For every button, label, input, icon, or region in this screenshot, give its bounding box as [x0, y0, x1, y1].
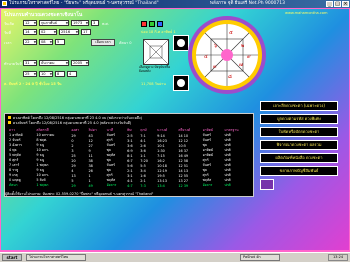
era-label: พ.ศ. — [102, 22, 109, 26]
hour-select[interactable]: 22 — [23, 39, 37, 45]
year-select[interactable]: 1973 — [71, 20, 89, 26]
date-year-select[interactable]: 2516 — [59, 29, 79, 35]
age-summary: ส. จันทร์ 2 - 24 0 ปี ชั่วโมง 15 วัน — [4, 82, 62, 86]
table-cell: อังคาร — [202, 183, 213, 187]
menu-custom-chart[interactable]: ผูกดวงตามรหัส ดวงพิเศษ — [260, 114, 338, 124]
color-swatch-green[interactable] — [149, 21, 155, 27]
table-cell: อังคาร — [106, 183, 117, 187]
taskbar-pashot[interactable]: PaShot 4h — [240, 254, 280, 261]
svg-text:๒: ๒ — [241, 43, 244, 49]
taskbar: start โปรแกรมโหราศาสตร์ไทย PaShot 4h 13:… — [0, 252, 350, 262]
minute-select[interactable]: 08 — [39, 39, 53, 45]
predict-extra-field[interactable]: 4 — [67, 71, 77, 77]
predict-zone-field[interactable]: 8 — [55, 71, 65, 77]
window-title: โปรแกรมโหราศาสตร์ไทย - "ปี่ยพระ" พรีอุดม… — [9, 1, 159, 6]
moon-icon — [177, 39, 185, 47]
svg-text:๖: ๖ — [214, 43, 217, 49]
svg-text:๔: ๔ — [204, 54, 208, 60]
table-row[interactable]: ลัคนา 1 พฤษภ 29 49 อังคาร 4:7 7:3 13:4 12 39 อังค… — [8, 183, 252, 188]
predict-day-select[interactable]: 31 — [23, 60, 37, 66]
app-icon — [2, 1, 7, 6]
menu-deep-reading[interactable]: เจาะลึกดวงชะตา (เฉพาะดวง) — [260, 101, 338, 111]
app-content: โปรแกรมคำนวณดวงชะตาเชิงนาโน www.mahamont… — [1, 9, 349, 250]
taskbar-clock: 13:24 — [328, 254, 348, 261]
date-extra-field[interactable]: 17 — [81, 29, 91, 35]
day-select[interactable]: 12 — [23, 20, 37, 26]
year-info: บ่อย 18 กิ-ศ อาทิตย์ 1 — [141, 30, 176, 34]
window-info: พลังภาพ จุดิ ยีนเสรี Net.Ph 9000713 — [210, 1, 286, 6]
zodiac-wheel-icon: ๕ ๒ ๖ ๗ ๓ ๘ ๔ ๙ — [188, 16, 266, 94]
close-button[interactable]: × — [342, 1, 349, 7]
svg-text:๕: ๕ — [229, 30, 233, 36]
menu-enlarge-table[interactable]: ขยายภาพบัญชีสัมพันธ์ — [260, 166, 338, 176]
page-title: โปรแกรมคำนวณดวงชะตาเชิงนาโน — [4, 12, 83, 18]
predict-label: ทำนายวันที่ — [4, 62, 22, 66]
minimize-button[interactable]: _ — [326, 1, 333, 7]
taskbar-app[interactable]: โปรแกรมโหราศาสตร์ไทย — [26, 254, 86, 261]
zodiac-wheel[interactable]: ๕ ๒ ๖ ๗ ๓ ๘ ๔ ๙ — [187, 14, 267, 96]
predict-year-select[interactable]: 2005 — [71, 60, 89, 66]
footer-text: ผู้ติดตั้งใช้งานโปรแกรม: ห้องพระ 02-559-… — [5, 192, 154, 196]
offset-field[interactable]: 3 — [91, 20, 99, 26]
time-label: เวลา — [4, 41, 12, 45]
svg-text:๗: ๗ — [239, 62, 243, 68]
mini-chart[interactable] — [143, 39, 169, 65]
chart-caption: เลือกดูดวง ปัจจุบันหรือย้อนหลัง — [139, 65, 171, 73]
date-day-select[interactable]: 14 — [23, 29, 37, 35]
days-summary: 11,708 วันผ่าน — [141, 82, 166, 86]
table-cell: 13:4 — [157, 183, 165, 188]
planet-table: ดาว สถิตราศี องศา ลิปดา นาที พิษ ฤกษ์ นวางค์ ตรี… — [8, 128, 252, 188]
month-select[interactable]: กุมภาพันธ์ — [39, 20, 69, 26]
table-cell: 49 — [88, 183, 93, 188]
menu-overall-analysis[interactable]: พิจารณาดวงชะตา ผลรวม — [260, 140, 338, 150]
table-cell: ลัคนา — [9, 183, 18, 187]
start-button[interactable]: start — [2, 254, 22, 261]
zone-field[interactable]: 5 — [55, 39, 65, 45]
menu-chart-card[interactable]: ใบพัดหรือบัตรดวงชะตา — [260, 127, 338, 137]
table-cell: 29 — [71, 183, 76, 188]
svg-text:๘: ๘ — [228, 74, 232, 80]
svg-text:๓: ๓ — [213, 64, 217, 70]
predict-minute-select[interactable]: 10 — [39, 71, 53, 77]
menu-books[interactable]: ผลิตภัณฑ์หนังสือ ดวงชะตา — [260, 153, 338, 163]
table-cell: 12 39 — [178, 183, 189, 188]
table-cell: 7:3 — [140, 183, 146, 188]
table-cell: 1 พฤษภ — [36, 183, 49, 187]
color-swatch-blue[interactable] — [157, 21, 163, 27]
site-url[interactable]: www.mahamontha.com — [285, 11, 328, 15]
color-swatch-red[interactable] — [141, 21, 147, 27]
data-panel: ดวงอาทิตย์ โคจรถึง 12/08/2516 กลุ่มดวงชะ… — [4, 113, 254, 197]
maximize-button[interactable]: □ — [334, 1, 341, 7]
moon-icon-2 — [177, 79, 185, 87]
table-cell: ปกติ — [224, 183, 231, 187]
book-icon[interactable] — [260, 179, 274, 190]
table-cell: 4:7 — [127, 183, 133, 188]
mini-chart-icon — [143, 39, 169, 65]
date-label: วันที่ — [4, 31, 11, 35]
title-bar: โปรแกรมโหราศาสตร์ไทย - "ปี่ยพระ" พรีอุดม… — [0, 0, 350, 8]
predict-hour-select[interactable]: 25 — [23, 71, 37, 77]
date-month-select[interactable]: 02 — [39, 29, 57, 35]
svg-text:๙: ๙ — [247, 54, 251, 60]
select-time-button[interactable]: เลือกเวลา — [91, 39, 115, 46]
info-line-moon: ดวงจันทร์ โคจรถึง 12/08/2516 กลุ่มดวงชะต… — [8, 120, 131, 126]
ascendant-label: ลัคนา 0 — [119, 41, 132, 45]
birth-label: วันเกิด — [4, 22, 15, 26]
predict-month-select[interactable]: ธันวาคม — [39, 60, 69, 66]
